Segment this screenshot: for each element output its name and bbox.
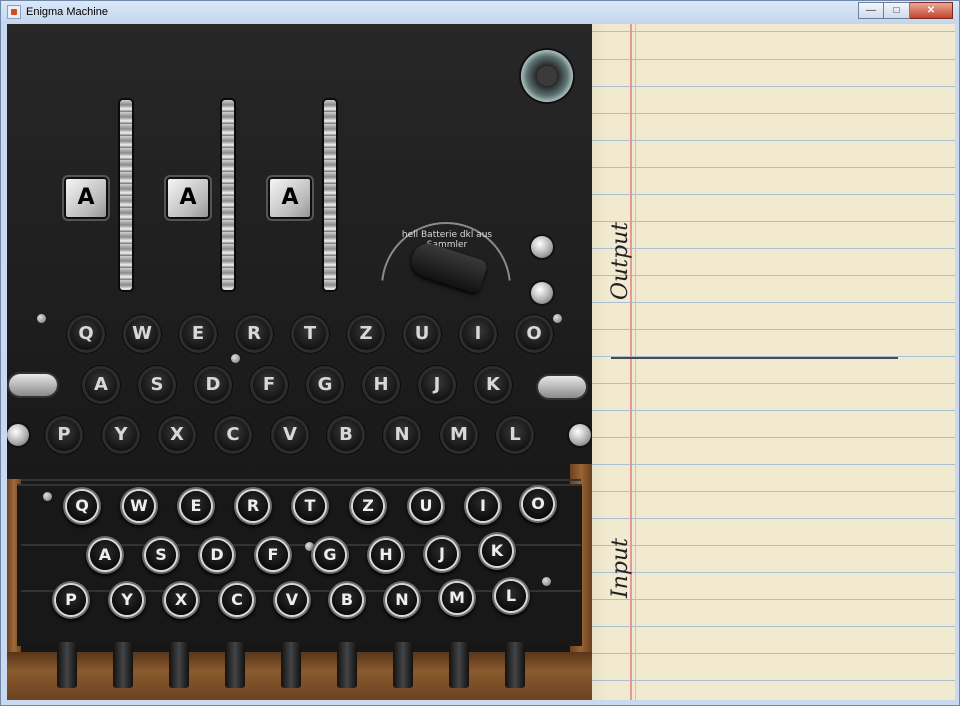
key-k[interactable]: K xyxy=(482,536,512,566)
lamp-e: E xyxy=(182,318,214,350)
lamp-v: V xyxy=(274,419,306,451)
lamp-z: Z xyxy=(350,318,382,350)
plug-rack xyxy=(37,642,557,696)
lamp-a: A xyxy=(85,369,117,401)
enigma-machine: A A A hell Batterie dkl aus Sammler Q W … xyxy=(7,24,592,700)
knob-left xyxy=(7,424,29,446)
lamp-u: U xyxy=(406,318,438,350)
key-n[interactable]: N xyxy=(387,585,417,615)
rotor-window-3[interactable]: A xyxy=(268,177,312,219)
lamp-y: Y xyxy=(105,419,137,451)
lamp-w: W xyxy=(126,318,158,350)
lamp-r: R xyxy=(238,318,270,350)
key-z[interactable]: Z xyxy=(353,491,383,521)
rotor-wheel-3[interactable] xyxy=(324,100,336,290)
maximize-button[interactable]: □ xyxy=(884,2,910,19)
rotor-window-1[interactable]: A xyxy=(64,177,108,219)
key-m[interactable]: M xyxy=(442,583,472,613)
lamp-k: K xyxy=(477,369,509,401)
output-input-divider xyxy=(611,357,898,359)
output-label: Output xyxy=(608,221,633,300)
input-label: Input xyxy=(608,538,633,598)
key-r[interactable]: R xyxy=(238,491,268,521)
key-p[interactable]: P xyxy=(56,585,86,615)
key-t[interactable]: T xyxy=(295,491,325,521)
key-e[interactable]: E xyxy=(181,491,211,521)
key-c[interactable]: C xyxy=(222,585,252,615)
lamp-n: N xyxy=(386,419,418,451)
key-a[interactable]: A xyxy=(90,540,120,570)
close-button[interactable]: ✕ xyxy=(910,2,953,19)
lamp-d: D xyxy=(197,369,229,401)
screw xyxy=(542,577,551,586)
key-f[interactable]: F xyxy=(258,540,288,570)
app-window: Enigma Machine — □ ✕ A A A hell Batterie… xyxy=(0,0,960,706)
key-o[interactable]: O xyxy=(523,489,553,519)
key-v[interactable]: V xyxy=(277,585,307,615)
lamp-o: O xyxy=(518,318,550,350)
minimize-button[interactable]: — xyxy=(858,2,884,19)
rotor-wheel-2[interactable] xyxy=(222,100,234,290)
lever-left xyxy=(9,374,57,396)
key-i[interactable]: I xyxy=(468,491,498,521)
lamp-f: F xyxy=(253,369,285,401)
window-title: Enigma Machine xyxy=(26,6,108,18)
lamp-x: X xyxy=(161,419,193,451)
knob-right xyxy=(569,424,591,446)
key-q[interactable]: Q xyxy=(67,491,97,521)
screw xyxy=(553,314,562,323)
screw xyxy=(231,354,240,363)
rotor-knob[interactable] xyxy=(521,50,573,102)
lamp-i: I xyxy=(462,318,494,350)
switch-upper[interactable] xyxy=(531,236,553,258)
screw xyxy=(305,542,314,551)
key-w[interactable]: W xyxy=(124,491,154,521)
lamp-p: P xyxy=(48,419,80,451)
lamp-j: J xyxy=(421,369,453,401)
lamp-b: B xyxy=(330,419,362,451)
key-s[interactable]: S xyxy=(146,540,176,570)
key-y[interactable]: Y xyxy=(112,585,142,615)
margin-line xyxy=(635,24,636,700)
screw xyxy=(37,314,46,323)
lamp-h: H xyxy=(365,369,397,401)
window-controls: — □ ✕ xyxy=(858,2,953,19)
key-j[interactable]: J xyxy=(427,539,457,569)
dial-label: hell Batterie dkl aus Sammler xyxy=(401,230,493,250)
rotor-wheel-1[interactable] xyxy=(120,100,132,290)
lamp-c: C xyxy=(217,419,249,451)
matlab-icon xyxy=(7,5,21,19)
lamp-l: L xyxy=(499,419,531,451)
key-d[interactable]: D xyxy=(202,540,232,570)
screw xyxy=(43,492,52,501)
key-g[interactable]: G xyxy=(315,540,345,570)
plate-rule xyxy=(21,479,581,481)
key-u[interactable]: U xyxy=(411,491,441,521)
title-bar[interactable]: Enigma Machine — □ ✕ xyxy=(1,1,959,24)
lamp-q: Q xyxy=(70,318,102,350)
lever-right xyxy=(538,376,586,398)
switch-lower[interactable] xyxy=(531,282,553,304)
lamp-m: M xyxy=(443,419,475,451)
key-l[interactable]: L xyxy=(496,581,526,611)
key-b[interactable]: B xyxy=(332,585,362,615)
lamp-t: T xyxy=(294,318,326,350)
key-h[interactable]: H xyxy=(371,540,401,570)
key-x[interactable]: X xyxy=(166,585,196,615)
lamp-g: G xyxy=(309,369,341,401)
lamp-s: S xyxy=(141,369,173,401)
client-area: A A A hell Batterie dkl aus Sammler Q W … xyxy=(7,24,955,700)
margin-line xyxy=(630,24,632,700)
notepad-paper: Output Input xyxy=(592,24,955,700)
rotor-window-2[interactable]: A xyxy=(166,177,210,219)
